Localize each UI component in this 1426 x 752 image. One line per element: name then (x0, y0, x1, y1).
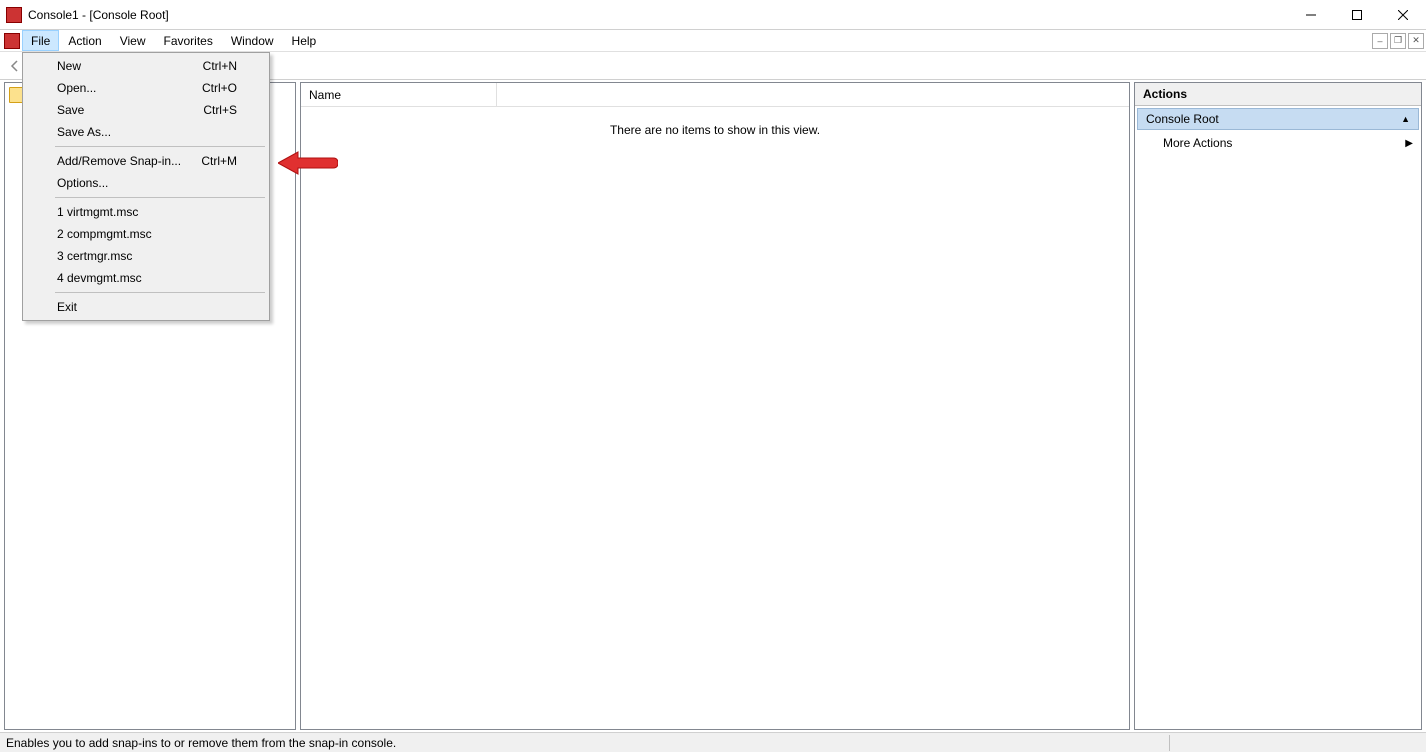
menu-separator (55, 197, 265, 198)
actions-header: Actions (1135, 83, 1421, 106)
menu-item-new[interactable]: New Ctrl+N (25, 55, 267, 77)
maximize-button[interactable] (1334, 0, 1380, 30)
menu-item-new-label: New (57, 59, 81, 73)
file-menu-dropdown: New Ctrl+N Open... Ctrl+O Save Ctrl+S Sa… (22, 52, 270, 321)
menu-item-recent-4-label: 4 devmgmt.msc (57, 271, 142, 285)
app-icon (6, 7, 22, 23)
menu-item-save[interactable]: Save Ctrl+S (25, 99, 267, 121)
list-empty-message: There are no items to show in this view. (301, 107, 1129, 153)
menu-item-recent-4[interactable]: 4 devmgmt.msc (25, 267, 267, 289)
menu-window[interactable]: Window (222, 30, 283, 51)
menu-view[interactable]: View (111, 30, 155, 51)
menu-item-open-label: Open... (57, 81, 96, 95)
menubar: File Action View Favorites Window Help –… (0, 30, 1426, 52)
menu-item-save-label: Save (57, 103, 84, 117)
menu-item-add-remove-label: Add/Remove Snap-in... (57, 154, 181, 168)
list-pane[interactable]: Name There are no items to show in this … (300, 82, 1130, 730)
menu-item-recent-1[interactable]: 1 virtmgmt.msc (25, 201, 267, 223)
menu-action[interactable]: Action (59, 30, 110, 51)
mdi-system-icon[interactable] (4, 33, 20, 49)
menu-item-save-as-label: Save As... (57, 125, 111, 139)
mdi-close-button[interactable]: ✕ (1408, 33, 1424, 49)
menu-item-add-remove-shortcut: Ctrl+M (201, 154, 237, 168)
column-name[interactable]: Name (301, 83, 497, 106)
menu-item-exit-label: Exit (57, 300, 77, 314)
minimize-button[interactable] (1288, 0, 1334, 30)
titlebar: Console1 - [Console Root] (0, 0, 1426, 30)
menu-item-recent-3[interactable]: 3 certmgr.msc (25, 245, 267, 267)
mdi-minimize-button[interactable]: – (1372, 33, 1388, 49)
actions-group-console-root[interactable]: Console Root ▲ (1137, 108, 1419, 130)
menu-item-recent-2-label: 2 compmgmt.msc (57, 227, 152, 241)
actions-group-label: Console Root (1146, 112, 1219, 126)
menu-item-add-remove-snapin[interactable]: Add/Remove Snap-in... Ctrl+M (25, 150, 267, 172)
menu-item-open-shortcut: Ctrl+O (202, 81, 237, 95)
actions-more-actions[interactable]: More Actions ▶ (1135, 132, 1421, 154)
statusbar: Enables you to add snap-ins to or remove… (0, 732, 1426, 752)
menu-item-recent-3-label: 3 certmgr.msc (57, 249, 132, 263)
collapse-icon[interactable]: ▲ (1401, 114, 1410, 124)
close-button[interactable] (1380, 0, 1426, 30)
menu-file[interactable]: File (22, 30, 59, 51)
menu-item-save-shortcut: Ctrl+S (203, 103, 237, 117)
mdi-restore-button[interactable]: ❐ (1390, 33, 1406, 49)
menu-item-new-shortcut: Ctrl+N (203, 59, 237, 73)
list-header: Name (301, 83, 1129, 107)
actions-pane: Actions Console Root ▲ More Actions ▶ (1134, 82, 1422, 730)
statusbar-separator (1169, 735, 1170, 751)
menu-item-save-as[interactable]: Save As... (25, 121, 267, 143)
menu-separator (55, 146, 265, 147)
menu-favorites[interactable]: Favorites (155, 30, 222, 51)
submenu-arrow-icon: ▶ (1405, 138, 1413, 149)
menu-item-recent-2[interactable]: 2 compmgmt.msc (25, 223, 267, 245)
menu-separator (55, 292, 265, 293)
menu-item-options-label: Options... (57, 176, 108, 190)
window-title: Console1 - [Console Root] (28, 8, 169, 22)
actions-more-label: More Actions (1163, 136, 1232, 150)
menu-item-open[interactable]: Open... Ctrl+O (25, 77, 267, 99)
status-text: Enables you to add snap-ins to or remove… (6, 736, 396, 750)
menu-item-recent-1-label: 1 virtmgmt.msc (57, 205, 138, 219)
menu-help[interactable]: Help (283, 30, 326, 51)
menu-item-options[interactable]: Options... (25, 172, 267, 194)
menu-item-exit[interactable]: Exit (25, 296, 267, 318)
